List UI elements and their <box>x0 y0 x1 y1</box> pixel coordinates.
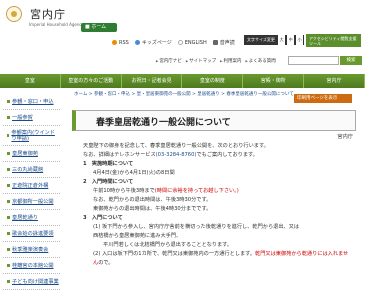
section-text: なお、乾門からの退出時間は、午後3時30分です。 <box>93 197 212 203</box>
font-size-large[interactable]: 大 <box>278 35 286 45</box>
kids-link[interactable]: キッズページ <box>134 39 172 46</box>
utility-links: RSS キッズページ ENGLISH 音声読 <box>112 39 235 46</box>
section-text: 東御苑からの退出時間は、午後4時30分までです。 <box>93 206 212 212</box>
rss-link[interactable]: RSS <box>112 39 129 46</box>
sidebar-item[interactable]: 皇居乾通り <box>3 210 60 226</box>
audio-label: 音声読 <box>219 40 235 46</box>
entry-rule-end: ので。 <box>98 260 114 266</box>
rss-icon <box>112 40 117 45</box>
section-text: (2) 入口は坂下門の1カ所で、乾門又は東御苑内の一方通行とします。乾門又は東御… <box>83 250 353 268</box>
font-size-small[interactable]: 小 <box>296 35 304 45</box>
accessibility-button[interactable]: アクセシビリティ閲覧支援ツール <box>306 34 361 47</box>
nav-item-system[interactable]: 皇室の制度 <box>182 74 244 88</box>
kids-icon <box>134 40 140 45</box>
nav-item-agency[interactable]: 宮内庁 <box>304 74 365 88</box>
home-label: ホーム <box>91 24 107 30</box>
nav-item-press[interactable]: お祝日・記者会見 <box>122 74 183 88</box>
sidebar-item[interactable]: 桂離宮の本館公開 <box>3 258 60 274</box>
intro2-b: でもご案内しております。 <box>196 152 258 158</box>
font-size-label: 文字サイズ変更 <box>247 37 275 42</box>
sub-link-navi[interactable]: 宮内庁ナビ <box>156 58 182 64</box>
section-heading: 3 入門について <box>83 215 123 221</box>
intro-text: 天皇陛下の御身を記念して、春季皇居乾通り一般公開を、次のとおり行います。 <box>83 143 269 149</box>
section-text: (1) 坂下門から参入し、宮内庁庁舎前を横切った後乾通りを進行し、乾門から退出、… <box>93 224 300 230</box>
search-button[interactable]: 検索 <box>340 56 362 65</box>
audio-link[interactable]: 音声読 <box>212 39 235 46</box>
phone-number: (03-3284-8760) <box>155 152 197 158</box>
nav-item-koshitsu[interactable]: 皇室 <box>0 74 61 88</box>
book-icon <box>212 40 218 45</box>
sidebar-item[interactable]: 子ども向け関連事業 <box>3 274 60 290</box>
intro2-a: なお、詳細はテレホンサービス <box>83 152 156 158</box>
main-content: 宮内庁 天皇陛下の御身を記念して、春季皇居乾通り一般公開を、次のとおり行います。… <box>83 133 353 268</box>
print-button[interactable]: 印刷用ページを表示 <box>294 94 352 103</box>
sidebar-item[interactable]: 皇居東御苑 <box>3 146 60 162</box>
sidebar-item[interactable]: 三の丸尚蔵館 <box>3 162 60 178</box>
org-name: 宮内庁 <box>337 134 353 140</box>
font-size-medium[interactable]: 中 <box>287 35 295 45</box>
imperial-crest-icon[interactable] <box>6 6 22 22</box>
section-text: 西桔橋から皇居東御苑に進み大手門、 <box>93 233 182 239</box>
sidebar-item[interactable]: 参観・窓口・申込 <box>3 94 60 110</box>
sub-links: 宮内庁ナビ サイトマップ 利用案内 よくある質問 <box>156 58 276 64</box>
entry-rule: (2) 入口は坂下門の1カ所で、乾門又は東御苑内の一方通行とします。 <box>93 251 256 257</box>
section-text: 午前10時から午後3時まで(時間に余裕を持ってお越し下さい。) <box>83 187 353 196</box>
nav-item-activities[interactable]: 皇室の方々のご活動 <box>61 74 122 88</box>
sidebar-item[interactable]: 秋季雅楽演奏会 <box>3 242 60 258</box>
sub-link-faq[interactable]: よくある質問 <box>245 58 276 64</box>
intro-text-2: なお、詳細はテレホンサービス(03-3284-8760)でもご案内しております。 <box>83 151 353 160</box>
sidebar-item[interactable]: 参観案内(ウインドウ申請) <box>3 126 60 146</box>
sidebar-item[interactable]: 歌会始の詠進要領 <box>3 226 60 242</box>
home-button[interactable]: ■ ホーム <box>81 23 117 32</box>
font-size-bar: 文字サイズ変更 大中小 <box>244 35 304 45</box>
page-title: 春季皇居乾通り一般公開について <box>96 118 231 128</box>
english-label: ENGLISH <box>184 39 207 46</box>
main-nav: 皇室 皇室の方々のご活動 お祝日・記者会見 皇室の制度 宮殿・御所 宮内庁 <box>0 74 365 88</box>
rss-label: RSS <box>119 39 129 46</box>
section-text: 4月4日(金)から4月1日(火)の8日間 <box>93 170 175 176</box>
entry-hours: 午前10時から午後3時まで <box>93 188 155 194</box>
sidebar-item[interactable]: 一般参賀 <box>3 110 60 126</box>
english-link[interactable]: ENGLISH <box>177 39 207 46</box>
search-input[interactable] <box>288 56 339 65</box>
section-heading: 1 実施時期について <box>83 161 134 167</box>
site-subtitle: Imperial Household Agency <box>29 22 84 27</box>
sidebar: 参観・窓口・申込 一般参賀 参観案内(ウインドウ申請) 皇居東御苑 三の丸尚蔵館… <box>3 94 60 300</box>
site-header: 宮内庁 Imperial Household Agency ■ ホーム RSS … <box>0 0 365 74</box>
sub-link-guide[interactable]: 利用案内 <box>220 58 241 64</box>
section-text: 平川門若しくは北桔橋門から退出することとなります。 <box>103 242 233 248</box>
flag-icon <box>177 40 183 45</box>
sub-link-sitemap[interactable]: サイトマップ <box>186 58 216 64</box>
site-title[interactable]: 宮内庁 <box>30 6 66 22</box>
section-heading: 2 入門時間について <box>83 179 134 185</box>
nav-item-palace[interactable]: 宮殿・御所 <box>243 74 305 88</box>
kids-label: キッズページ <box>141 40 172 46</box>
entry-note: (時間に余裕を持ってお越し下さい。) <box>154 188 239 194</box>
sidebar-item[interactable]: 京都御所一般公開 <box>3 194 60 210</box>
breadcrumb[interactable]: ホーム > 参観・窓口・申込 > 皇・皇居東御苑の一般公開 > 皇居乾通り > … <box>74 91 299 98</box>
sidebar-item[interactable]: 正倉院正倉外構 <box>3 178 60 194</box>
